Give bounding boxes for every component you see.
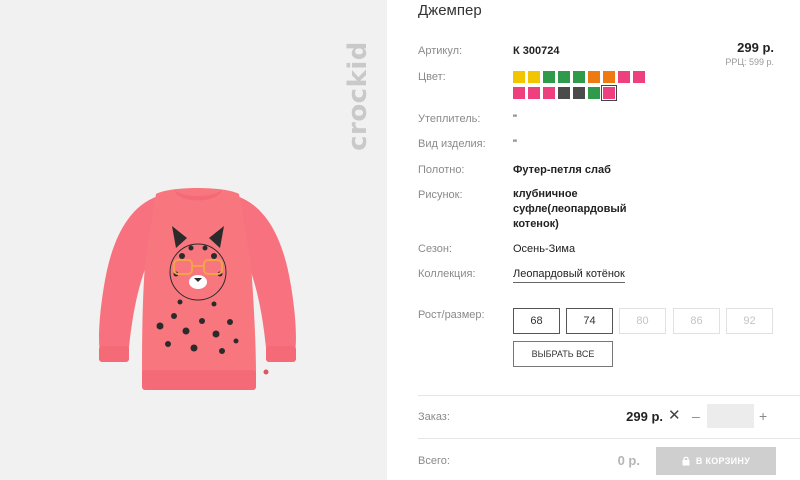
print-label: Рисунок: [418, 189, 463, 201]
size-label: Рост/размер: [418, 309, 485, 321]
brand-watermark: crockid [343, 41, 373, 151]
order-label: Заказ: [418, 411, 450, 423]
type-value: " [513, 138, 517, 150]
add-to-cart-label: В КОРЗИНУ [695, 456, 751, 466]
order-price: 299 р. [626, 409, 663, 424]
quantity-input[interactable] [707, 404, 754, 428]
divider [418, 438, 800, 439]
type-label: Вид изделия: [418, 138, 486, 150]
select-all-sizes-button[interactable]: ВЫБРАТЬ ВСЕ [513, 341, 613, 367]
size-option-68[interactable]: 68 [513, 308, 560, 334]
product-info: Джемпер Артикул: К 300724 299 р. РРЦ: 59… [418, 0, 800, 480]
size-option-74[interactable]: 74 [566, 308, 613, 334]
color-swatch-green-3[interactable] [573, 71, 585, 83]
insulation-value: " [513, 113, 517, 125]
fabric-label: Полотно: [418, 164, 465, 176]
size-option-92: 92 [726, 308, 773, 334]
color-swatch-pink-3[interactable] [513, 87, 525, 99]
color-swatch-pink-5[interactable] [543, 87, 555, 99]
lock-icon [682, 456, 690, 466]
total-price: 0 р. [617, 453, 640, 468]
product-gallery: crockid [0, 0, 387, 480]
color-swatch-pink-selected[interactable] [601, 85, 617, 101]
product-title: Джемпер [418, 2, 482, 19]
article-label: Артикул: [418, 45, 463, 57]
collection-link[interactable]: Леопардовый котёнок [513, 268, 625, 283]
print-value: клубничное суфле(леопардовый котенок) [513, 188, 627, 230]
add-to-cart-button[interactable]: В КОРЗИНУ [656, 447, 776, 475]
color-swatch-yellow[interactable] [513, 71, 525, 83]
color-swatch-dark-grey-2[interactable] [573, 87, 585, 99]
color-label: Цвет: [418, 71, 446, 83]
season-label: Сезон: [418, 243, 452, 255]
color-swatch-pink-2[interactable] [633, 71, 645, 83]
fabric-value: Футер-петля слаб [513, 164, 611, 176]
color-swatch-pink[interactable] [618, 71, 630, 83]
color-swatch-pink-4[interactable] [528, 87, 540, 99]
quantity-increase-button[interactable]: + [759, 408, 767, 424]
product-photo[interactable] [90, 176, 305, 394]
color-swatch-green-4[interactable] [588, 87, 600, 99]
color-swatch-green-2[interactable] [558, 71, 570, 83]
size-option-86: 86 [673, 308, 720, 334]
divider [418, 395, 800, 396]
color-swatch-yellow-2[interactable] [528, 71, 540, 83]
color-swatch-dark-grey[interactable] [558, 87, 570, 99]
color-swatch-orange-2[interactable] [603, 71, 615, 83]
collection-label: Коллекция: [418, 268, 476, 280]
total-label: Всего: [418, 455, 450, 467]
quantity-decrease-button[interactable]: – [692, 408, 700, 424]
article-value: К 300724 [513, 45, 560, 57]
rrp-price: РРЦ: 599 р. [725, 57, 774, 67]
season-value: Осень-Зима [513, 243, 576, 255]
insulation-label: Утеплитель: [418, 113, 481, 125]
product-price: 299 р. [737, 40, 774, 55]
color-swatch-green[interactable] [543, 71, 555, 83]
size-option-80: 80 [619, 308, 666, 334]
color-swatch-orange[interactable] [588, 71, 600, 83]
remove-icon[interactable]: ✕ [668, 408, 681, 424]
